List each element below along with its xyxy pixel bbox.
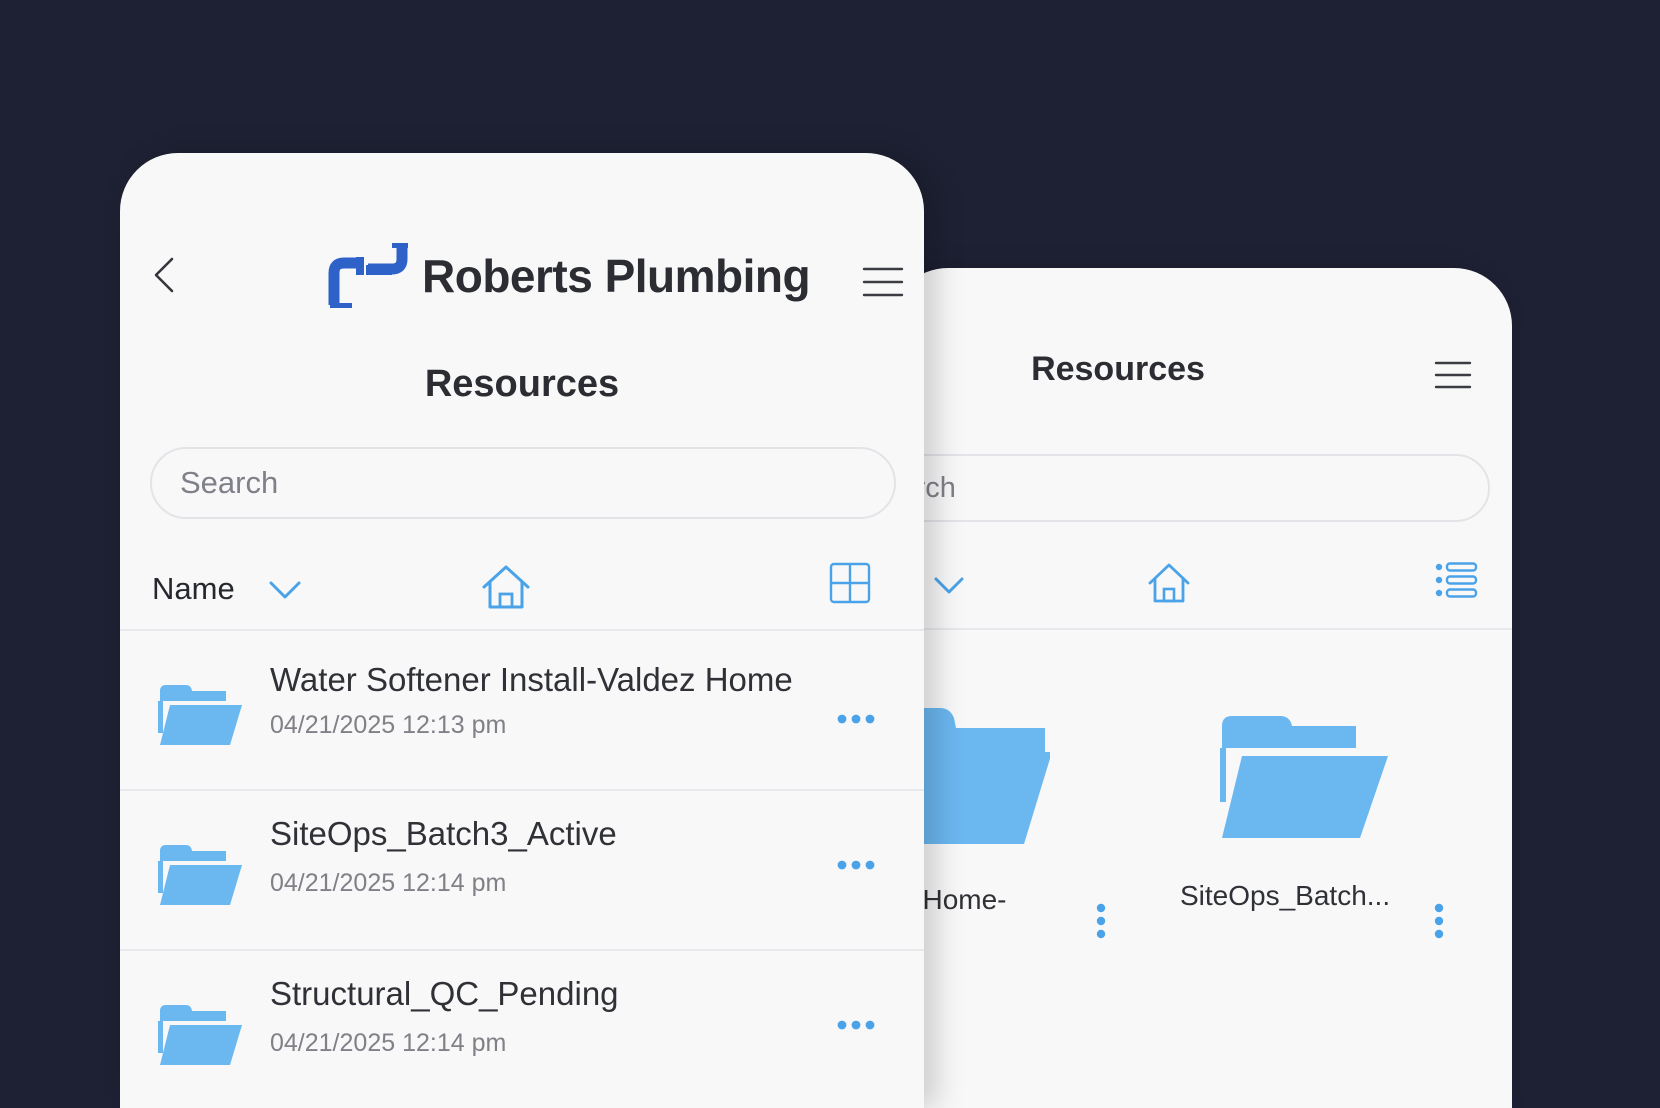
sort-label[interactable]: Name: [152, 571, 235, 607]
folder-list-item[interactable]: Water Softener Install-Valdez Home 04/21…: [120, 631, 924, 789]
list-view-icon[interactable]: [1434, 560, 1478, 600]
folder-icon: [158, 1005, 242, 1065]
folder-list-item[interactable]: SiteOps_Batch3_Active 04/21/2025 12:14 p…: [120, 791, 924, 949]
home-icon[interactable]: [1144, 558, 1194, 608]
folder-icon: [158, 845, 242, 905]
more-options-icon[interactable]: [836, 853, 876, 877]
brand-header: Roberts Plumbing: [328, 241, 811, 311]
search-input[interactable]: [150, 447, 896, 519]
brand-name: Roberts Plumbing: [422, 250, 811, 302]
grid-view-panel: Resources an-Home- Site: [890, 268, 1512, 1108]
item-date: 04/21/2025 12:14 pm: [270, 1029, 507, 1057]
more-options-icon[interactable]: [836, 1013, 876, 1037]
more-options-icon[interactable]: [836, 707, 876, 731]
hamburger-menu-icon[interactable]: [1434, 360, 1472, 390]
item-date: 04/21/2025 12:14 pm: [270, 869, 507, 897]
item-date: 04/21/2025 12:13 pm: [270, 711, 507, 739]
chevron-left-icon[interactable]: [142, 253, 186, 297]
item-name: Structural_QC_Pending: [270, 975, 619, 1012]
tile-label: SiteOps_Batch...: [1180, 880, 1391, 911]
home-icon[interactable]: [478, 559, 534, 615]
item-name: Water Softener Install-Valdez Home: [270, 661, 793, 698]
search-input[interactable]: [890, 454, 1490, 522]
folder-icon: [1220, 716, 1388, 838]
chevron-down-icon[interactable]: [932, 571, 966, 599]
toolbar: Name: [120, 553, 924, 633]
vertical-more-icon[interactable]: [1094, 902, 1108, 940]
pipe-logo-icon: [328, 243, 408, 308]
list-view-panel: Roberts Plumbing Resources Name Water So…: [120, 153, 924, 1108]
vertical-more-icon[interactable]: [1432, 902, 1446, 940]
page-title: Resources: [424, 363, 620, 405]
grid-view-icon[interactable]: [828, 561, 872, 605]
folder-icon: [158, 685, 242, 745]
chevron-down-icon[interactable]: [266, 575, 304, 605]
folder-tile[interactable]: SiteOps_Batch...: [1180, 708, 1440, 948]
toolbar-divider: [890, 628, 1512, 630]
folder-list-item[interactable]: Structural_QC_Pending 04/21/2025 12:14 p…: [120, 951, 924, 1108]
hamburger-menu-icon[interactable]: [862, 265, 904, 299]
item-name: SiteOps_Batch3_Active: [270, 815, 617, 852]
page-title: Resources: [1031, 350, 1205, 388]
